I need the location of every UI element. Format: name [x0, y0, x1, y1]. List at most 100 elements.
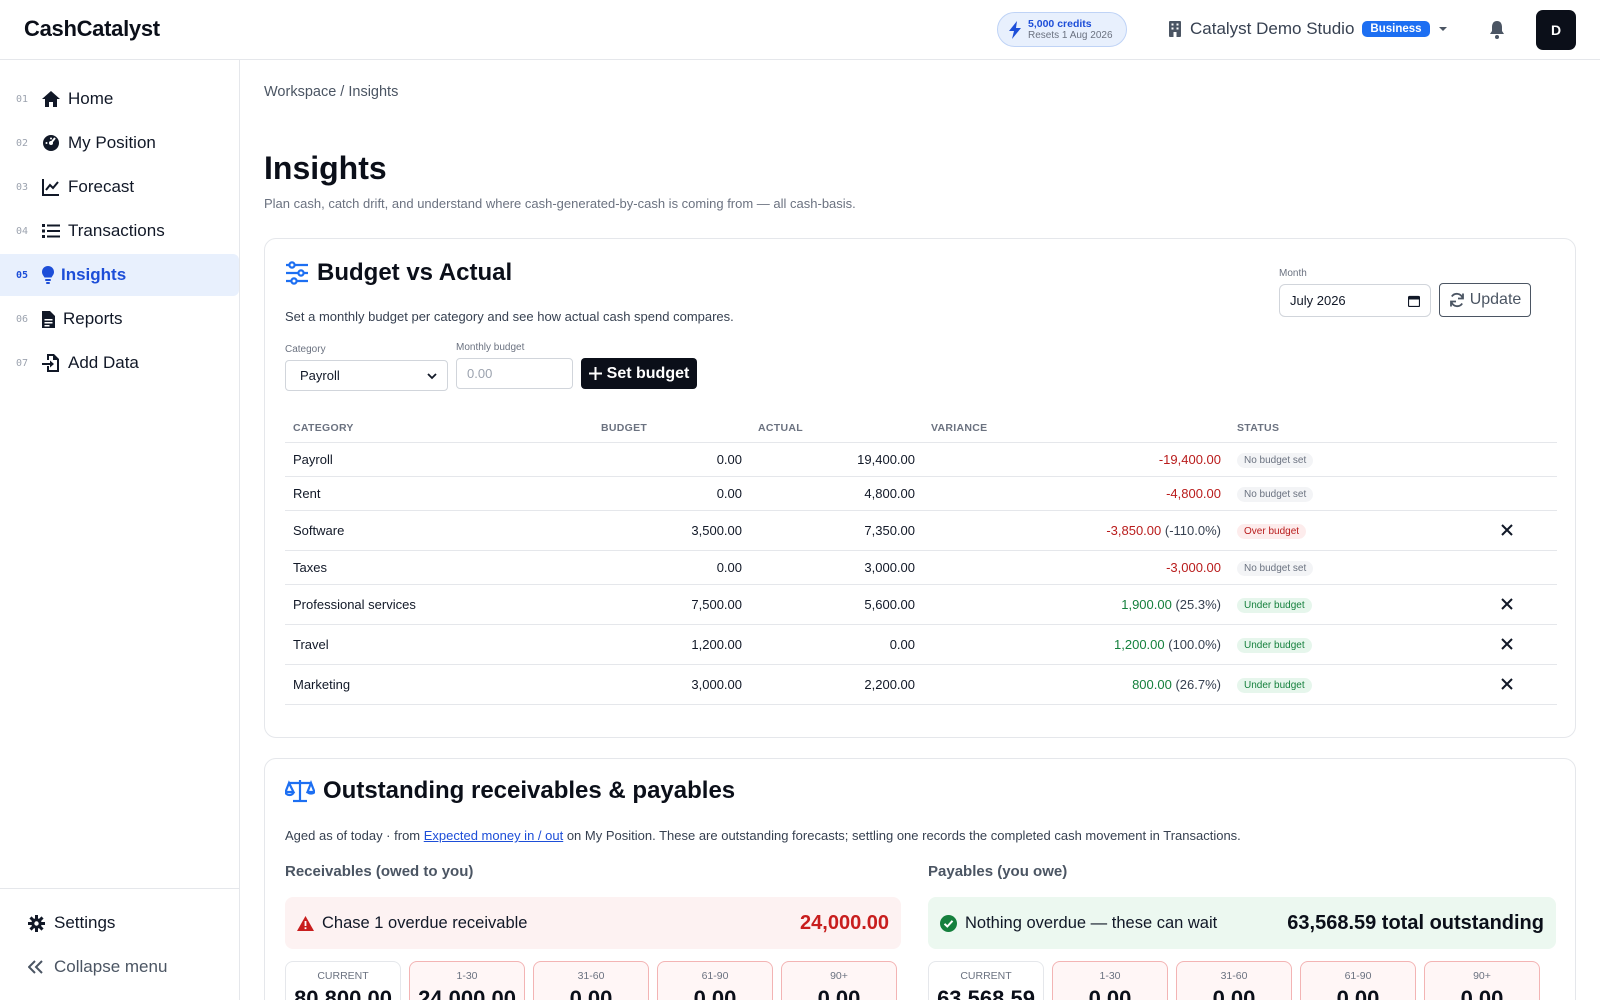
col-header-category[interactable]: CATEGORY: [285, 414, 593, 443]
sidebar-item-label: Home: [68, 89, 114, 108]
cell-status: No budget set: [1229, 442, 1357, 477]
aging-bucket[interactable]: CURRENT 63,568.59: [928, 961, 1044, 1000]
sidebar-item-transactions[interactable]: 04 Transactions: [0, 210, 239, 252]
cell-actions: [1357, 664, 1557, 705]
building-icon: [1169, 21, 1181, 37]
bell-icon[interactable]: [1488, 20, 1506, 40]
desc-suffix: on My Position. These are outstanding fo…: [563, 828, 1241, 843]
nav-number: 02: [16, 137, 29, 149]
sidebar-item-my-position[interactable]: 02 My Position: [0, 122, 239, 164]
aging-bucket[interactable]: 61-90 0.00: [657, 961, 773, 1000]
variance-value: -3,000.00: [1166, 559, 1221, 575]
cell-category: Taxes: [285, 550, 593, 585]
top-bar: CashCatalyst 5,000 credits Resets 1 Aug …: [0, 0, 1600, 60]
cell-actual: 0.00: [750, 624, 923, 665]
bucket-value: 24,000.00: [418, 986, 516, 1000]
col-header-actual[interactable]: ACTUAL: [750, 414, 923, 443]
sidebar-item-home[interactable]: 01 Home: [0, 78, 239, 120]
home-icon: [42, 91, 60, 107]
monthly-budget-label: Monthly budget: [456, 342, 525, 353]
bucket-value: 0.00: [569, 986, 613, 1000]
col-header-variance[interactable]: VARIANCE: [923, 414, 1229, 443]
table-row: Payroll 0.00 19,400.00 -19,400.00 No bud…: [285, 442, 1557, 477]
nav-number: 07: [16, 357, 29, 369]
variance-percent: (-110.0%): [1164, 522, 1221, 538]
payables-heading: Payables (you owe): [928, 863, 1068, 880]
aging-bucket[interactable]: 31-60 0.00: [533, 961, 649, 1000]
table-row: Travel 1,200.00 0.00 1,200.00 (100.0%) U…: [285, 624, 1557, 665]
aging-bucket[interactable]: 90+ 0.00: [781, 961, 897, 1000]
gauge-icon: [43, 135, 59, 151]
refresh-icon: [1449, 292, 1464, 308]
monthly-budget-input[interactable]: 0.00: [456, 358, 573, 389]
col-header-status[interactable]: STATUS: [1229, 414, 1357, 443]
remove-budget-icon[interactable]: [1501, 638, 1513, 650]
remove-budget-icon[interactable]: [1501, 524, 1513, 536]
org-name: Catalyst Demo Studio: [1190, 19, 1355, 38]
sidebar-item-label: Insights: [61, 265, 127, 284]
variance-value: -19,400.00: [1158, 451, 1221, 467]
col-header-budget[interactable]: BUDGET: [593, 414, 750, 443]
calendar-icon: [1408, 295, 1420, 307]
set-budget-button[interactable]: Set budget: [581, 358, 697, 389]
file-import-icon: [42, 354, 59, 372]
remove-budget-icon[interactable]: [1501, 598, 1513, 610]
org-switcher[interactable]: Catalyst Demo Studio Business: [1168, 19, 1448, 39]
sidebar-nav: 01 Home 02 My Position 03 Forecast 04 Tr…: [0, 78, 239, 386]
aging-bucket[interactable]: CURRENT 80,800.00: [285, 961, 401, 1000]
aging-bucket[interactable]: 1-30 0.00: [1052, 961, 1168, 1000]
bucket-label: 31-60: [1220, 970, 1248, 982]
breadcrumb[interactable]: Workspace / Insights: [264, 84, 398, 100]
sidebar-item-add-data[interactable]: 07 Add Data: [0, 342, 239, 384]
payables-total-amount: 63,568.59 total outstanding: [1287, 911, 1544, 934]
cell-status: Under budget: [1229, 624, 1357, 665]
page-subtitle: Plan cash, catch drift, and understand w…: [264, 196, 856, 211]
cell-actual: 4,800.00: [750, 476, 923, 511]
cell-budget: 7,500.00: [593, 584, 750, 625]
expected-money-link[interactable]: Expected money in / out: [424, 828, 563, 843]
set-budget-label: Set budget: [606, 364, 690, 382]
credits-pill[interactable]: 5,000 credits Resets 1 Aug 2026: [997, 12, 1127, 47]
scale-icon: [285, 779, 315, 803]
month-picker[interactable]: July 2026: [1279, 284, 1431, 317]
sidebar-item-insights[interactable]: 05 Insights: [0, 254, 239, 296]
caret-down-icon: [1438, 27, 1447, 31]
remove-budget-icon[interactable]: [1501, 678, 1513, 690]
aging-bucket[interactable]: 90+ 0.00: [1424, 961, 1540, 1000]
cell-actual: 7,350.00: [750, 510, 923, 551]
sidebar-item-reports[interactable]: 06 Reports: [0, 298, 239, 340]
update-label: Update: [1469, 291, 1522, 308]
brand-logo[interactable]: CashCatalyst: [24, 16, 160, 42]
aging-bucket[interactable]: 1-30 24,000.00: [409, 961, 525, 1000]
chevron-down-icon: [427, 372, 437, 379]
receivables-alert-text: Chase 1 overdue receivable: [322, 913, 528, 932]
cell-budget: 3,500.00: [593, 510, 750, 551]
category-select[interactable]: Payroll: [285, 360, 448, 391]
variance-value: 1,200.00: [1114, 636, 1165, 652]
bucket-value: 0.00: [693, 986, 737, 1000]
bucket-label: 61-90: [701, 970, 729, 982]
bucket-label: 90+: [1473, 970, 1491, 982]
avatar[interactable]: D: [1536, 10, 1576, 50]
cell-actions: [1357, 510, 1557, 551]
sidebar-item-forecast[interactable]: 03 Forecast: [0, 166, 239, 208]
budget-card-title: Budget vs Actual: [317, 259, 513, 286]
settings-link[interactable]: Settings: [0, 901, 239, 945]
budget-vs-actual-card: Budget vs Actual Set a monthly budget pe…: [264, 238, 1576, 738]
update-button[interactable]: Update: [1439, 283, 1531, 317]
receivables-overdue-amount: 24,000.00: [800, 911, 889, 934]
bucket-value: 0.00: [1336, 986, 1380, 1000]
plus-icon: [588, 367, 602, 380]
cell-category: Rent: [285, 476, 593, 511]
collapse-menu-button[interactable]: Collapse menu: [0, 945, 239, 989]
cell-actions: [1357, 584, 1557, 625]
main-content: Workspace / Insights Insights Plan cash,…: [240, 60, 1600, 1000]
cell-category: Payroll: [285, 442, 593, 477]
variance-value: -4,800.00: [1166, 485, 1221, 501]
aging-bucket[interactable]: 61-90 0.00: [1300, 961, 1416, 1000]
bucket-value: 0.00: [817, 986, 861, 1000]
aging-bucket[interactable]: 31-60 0.00: [1176, 961, 1292, 1000]
status-badge: Under budget: [1237, 637, 1312, 653]
sidebar-item-label: My Position: [68, 133, 156, 152]
plan-badge: Business: [1362, 21, 1430, 37]
